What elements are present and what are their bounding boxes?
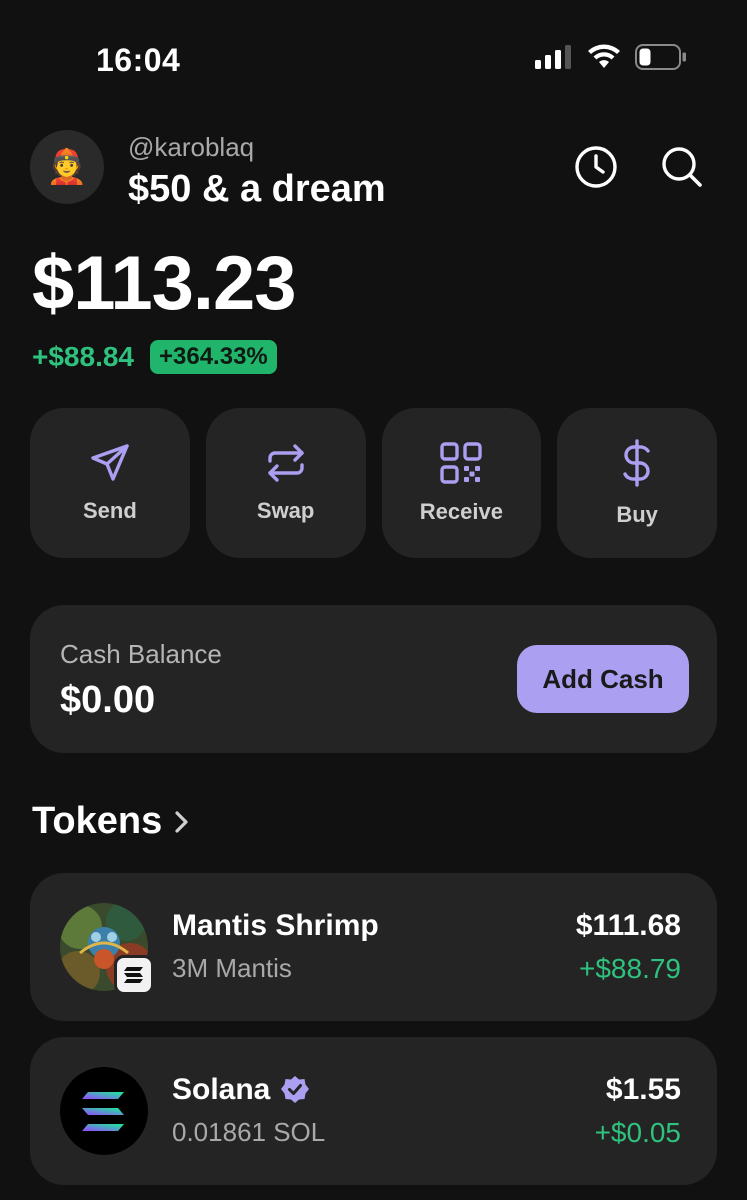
receive-button[interactable]: Receive [381, 408, 542, 558]
total-balance: $113.23 [32, 241, 297, 326]
token-logo-mantis-shrimp [60, 903, 154, 995]
balance-change-row: +$88.84 +364.33% [32, 340, 277, 374]
add-cash-button[interactable]: Add Cash [517, 645, 689, 713]
search-icon [662, 147, 702, 187]
swap-label: Swap [256, 498, 315, 523]
swap-icon [267, 444, 304, 482]
buy-button[interactable]: Buy [557, 408, 717, 558]
buy-label: Buy [616, 502, 658, 527]
receive-label: Receive [419, 499, 503, 524]
search-button[interactable] [659, 144, 705, 190]
token-name: Solana [172, 1073, 271, 1106]
solana-logo-icon [82, 1092, 124, 1131]
account-header: 👲 @karoblaq $50 & a dream [30, 130, 717, 210]
change-percent-badge: +364.33% [150, 340, 277, 374]
wallet-name[interactable]: $50 & a dream [128, 168, 386, 211]
cash-balance-value: $0.00 [60, 679, 156, 721]
token-name: Mantis Shrimp [172, 909, 379, 942]
solana-mini-icon [124, 967, 143, 983]
username: @karoblaq [128, 132, 255, 162]
battery-icon [635, 44, 686, 70]
cellular-signal-icon [535, 45, 571, 69]
cash-balance-label: Cash Balance [60, 639, 222, 669]
wifi-icon [588, 44, 620, 68]
token-change: +$88.79 [579, 953, 681, 984]
token-change: +$0.05 [594, 1117, 681, 1148]
status-time: 16:04 [96, 42, 181, 78]
action-buttons: Send Swap Receive Buy [30, 408, 717, 558]
send-button[interactable]: Send [30, 408, 190, 558]
avatar[interactable]: 👲 [30, 130, 104, 204]
status-bar: 16:04 [0, 0, 747, 120]
solana-chain-badge [114, 955, 154, 995]
tokens-title: Tokens [32, 800, 163, 842]
dollar-icon [623, 439, 650, 487]
cash-balance-card: Cash Balance $0.00 Add Cash [30, 605, 717, 753]
swap-button[interactable]: Swap [205, 408, 366, 558]
token-name-row: Solana [172, 1073, 310, 1107]
send-label: Send [82, 498, 137, 523]
verified-badge-icon [281, 1076, 310, 1103]
token-logo-solana [60, 1067, 148, 1155]
token-value: $111.68 [575, 909, 681, 942]
token-row-solana[interactable]: Solana 0.01861 SOL $1.55 +$0.05 [30, 1037, 717, 1185]
token-amount: 0.01861 SOL [172, 1117, 326, 1147]
history-button[interactable] [573, 144, 619, 190]
token-amount: 3M Mantis [172, 953, 292, 983]
send-icon [91, 444, 129, 481]
chevron-right-icon [175, 810, 188, 833]
change-amount: +$88.84 [32, 341, 134, 372]
qr-code-icon [440, 442, 483, 484]
token-value: $1.55 [605, 1073, 681, 1106]
tokens-section-header[interactable]: Tokens [32, 800, 192, 843]
token-row-mantis-shrimp[interactable]: Mantis Shrimp 3M Mantis $111.68 +$88.79 [30, 873, 717, 1021]
token-name-row: Mantis Shrimp [172, 909, 379, 943]
status-icons [535, 44, 687, 70]
clock-icon [575, 146, 617, 188]
